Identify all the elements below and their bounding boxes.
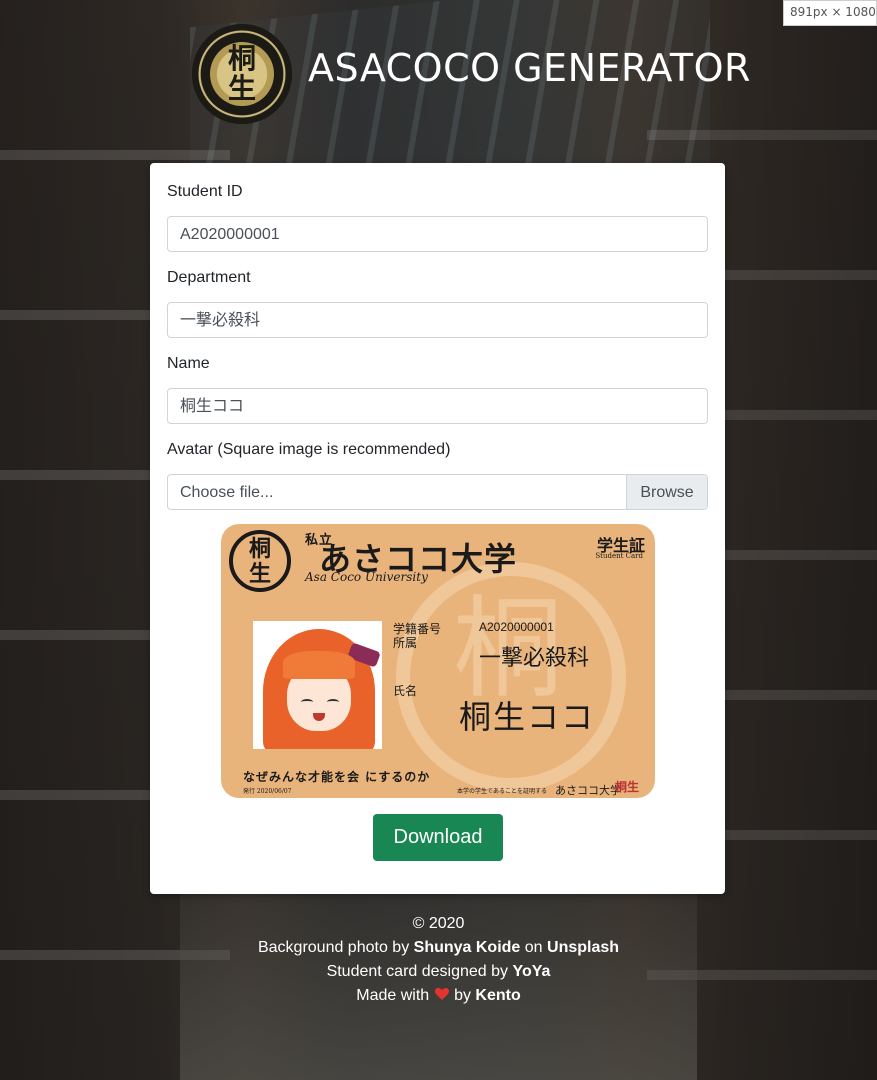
design-credit-prefix: Student card designed by (326, 963, 513, 980)
dept-field-label: 所属 (393, 636, 418, 650)
card-name: 桐生ココ (459, 698, 596, 736)
photo-credit-prefix: Background photo by (257, 939, 414, 956)
card-student-id: A2020000001 (479, 620, 554, 634)
card-date: 発行 2020/06/07 (243, 788, 292, 795)
design-credit: Student card designed by YoYa (0, 960, 877, 984)
card-footer-university: あさココ大学 (555, 784, 621, 797)
department-label: Department (167, 269, 251, 286)
card-motto: なぜみんな才能を会 にするのか (243, 770, 431, 784)
made-with-prefix: Made with (356, 987, 434, 1004)
university-english: Asa Coco University (305, 570, 428, 584)
avatar-file-input[interactable]: Choose file... Browse (167, 474, 708, 510)
photo-credit: Background photo by Shunya Koide on Unsp… (0, 936, 877, 960)
heart-icon (434, 986, 450, 1002)
name-label: Name (167, 355, 210, 372)
page-title: ASACOCO GENERATOR (308, 46, 751, 90)
designer-link[interactable]: YoYa (512, 963, 550, 980)
avatar-label: Avatar (Square image is recommended) (167, 441, 451, 458)
student-id-group: Student ID A2020000001 (167, 180, 708, 252)
card-department: 一撃必殺科 (479, 646, 590, 671)
student-id-label: Student ID (167, 183, 243, 200)
footer: © 2020 Background photo by Shunya Koide … (0, 912, 877, 1008)
id-field-label: 学籍番号 (393, 622, 442, 636)
logo-char-top: 桐 (227, 42, 256, 75)
card-footnote: 本学の学生であることを証明する (457, 788, 547, 795)
browse-button[interactable]: Browse (626, 475, 707, 509)
logo-char-bottom: 生 (227, 72, 256, 105)
generator-card: Student ID A2020000001 Department 一撃必殺科 … (150, 163, 725, 894)
viewport-size-badge: 891px × 1080px (783, 0, 877, 26)
department-group: Department 一撃必殺科 (167, 266, 708, 338)
photo-author-link[interactable]: Shunya Koide (414, 939, 521, 956)
seal-char-top: 桐 (248, 536, 271, 562)
department-input[interactable]: 一撃必殺科 (167, 302, 708, 338)
photo-credit-on: on (520, 939, 548, 956)
author-link[interactable]: Kento (475, 987, 520, 1004)
student-id-input[interactable]: A2020000001 (167, 216, 708, 252)
unsplash-link[interactable]: Unsplash (547, 939, 619, 956)
university-prefix: 私立 (305, 533, 334, 548)
file-placeholder: Choose file... (180, 484, 274, 501)
download-button[interactable]: Download (373, 814, 503, 861)
card-seal-icon: 桐 生 (229, 530, 291, 592)
name-field-label: 氏名 (393, 684, 418, 698)
copyright: © 2020 (412, 915, 465, 932)
logo: 桐 生 (192, 24, 292, 124)
avatar-photo (253, 621, 382, 749)
name-input[interactable]: 桐生ココ (167, 388, 708, 424)
made-by-text: by (449, 987, 476, 1004)
header: 桐 生 ASACOCO GENERATOR (0, 24, 877, 124)
card-signature: 桐生 (614, 780, 639, 794)
name-group: Name 桐生ココ (167, 352, 708, 424)
avatar-group: Avatar (Square image is recommended) Cho… (167, 438, 708, 510)
student-card-title-en: Student Card (595, 552, 643, 560)
made-with: Made with by Kento (0, 984, 877, 1008)
student-card-preview: 桐 桐 生 私立あさココ大学 Asa Coco University 学生証 S… (221, 524, 655, 798)
seal-char-bottom: 生 (248, 561, 271, 587)
